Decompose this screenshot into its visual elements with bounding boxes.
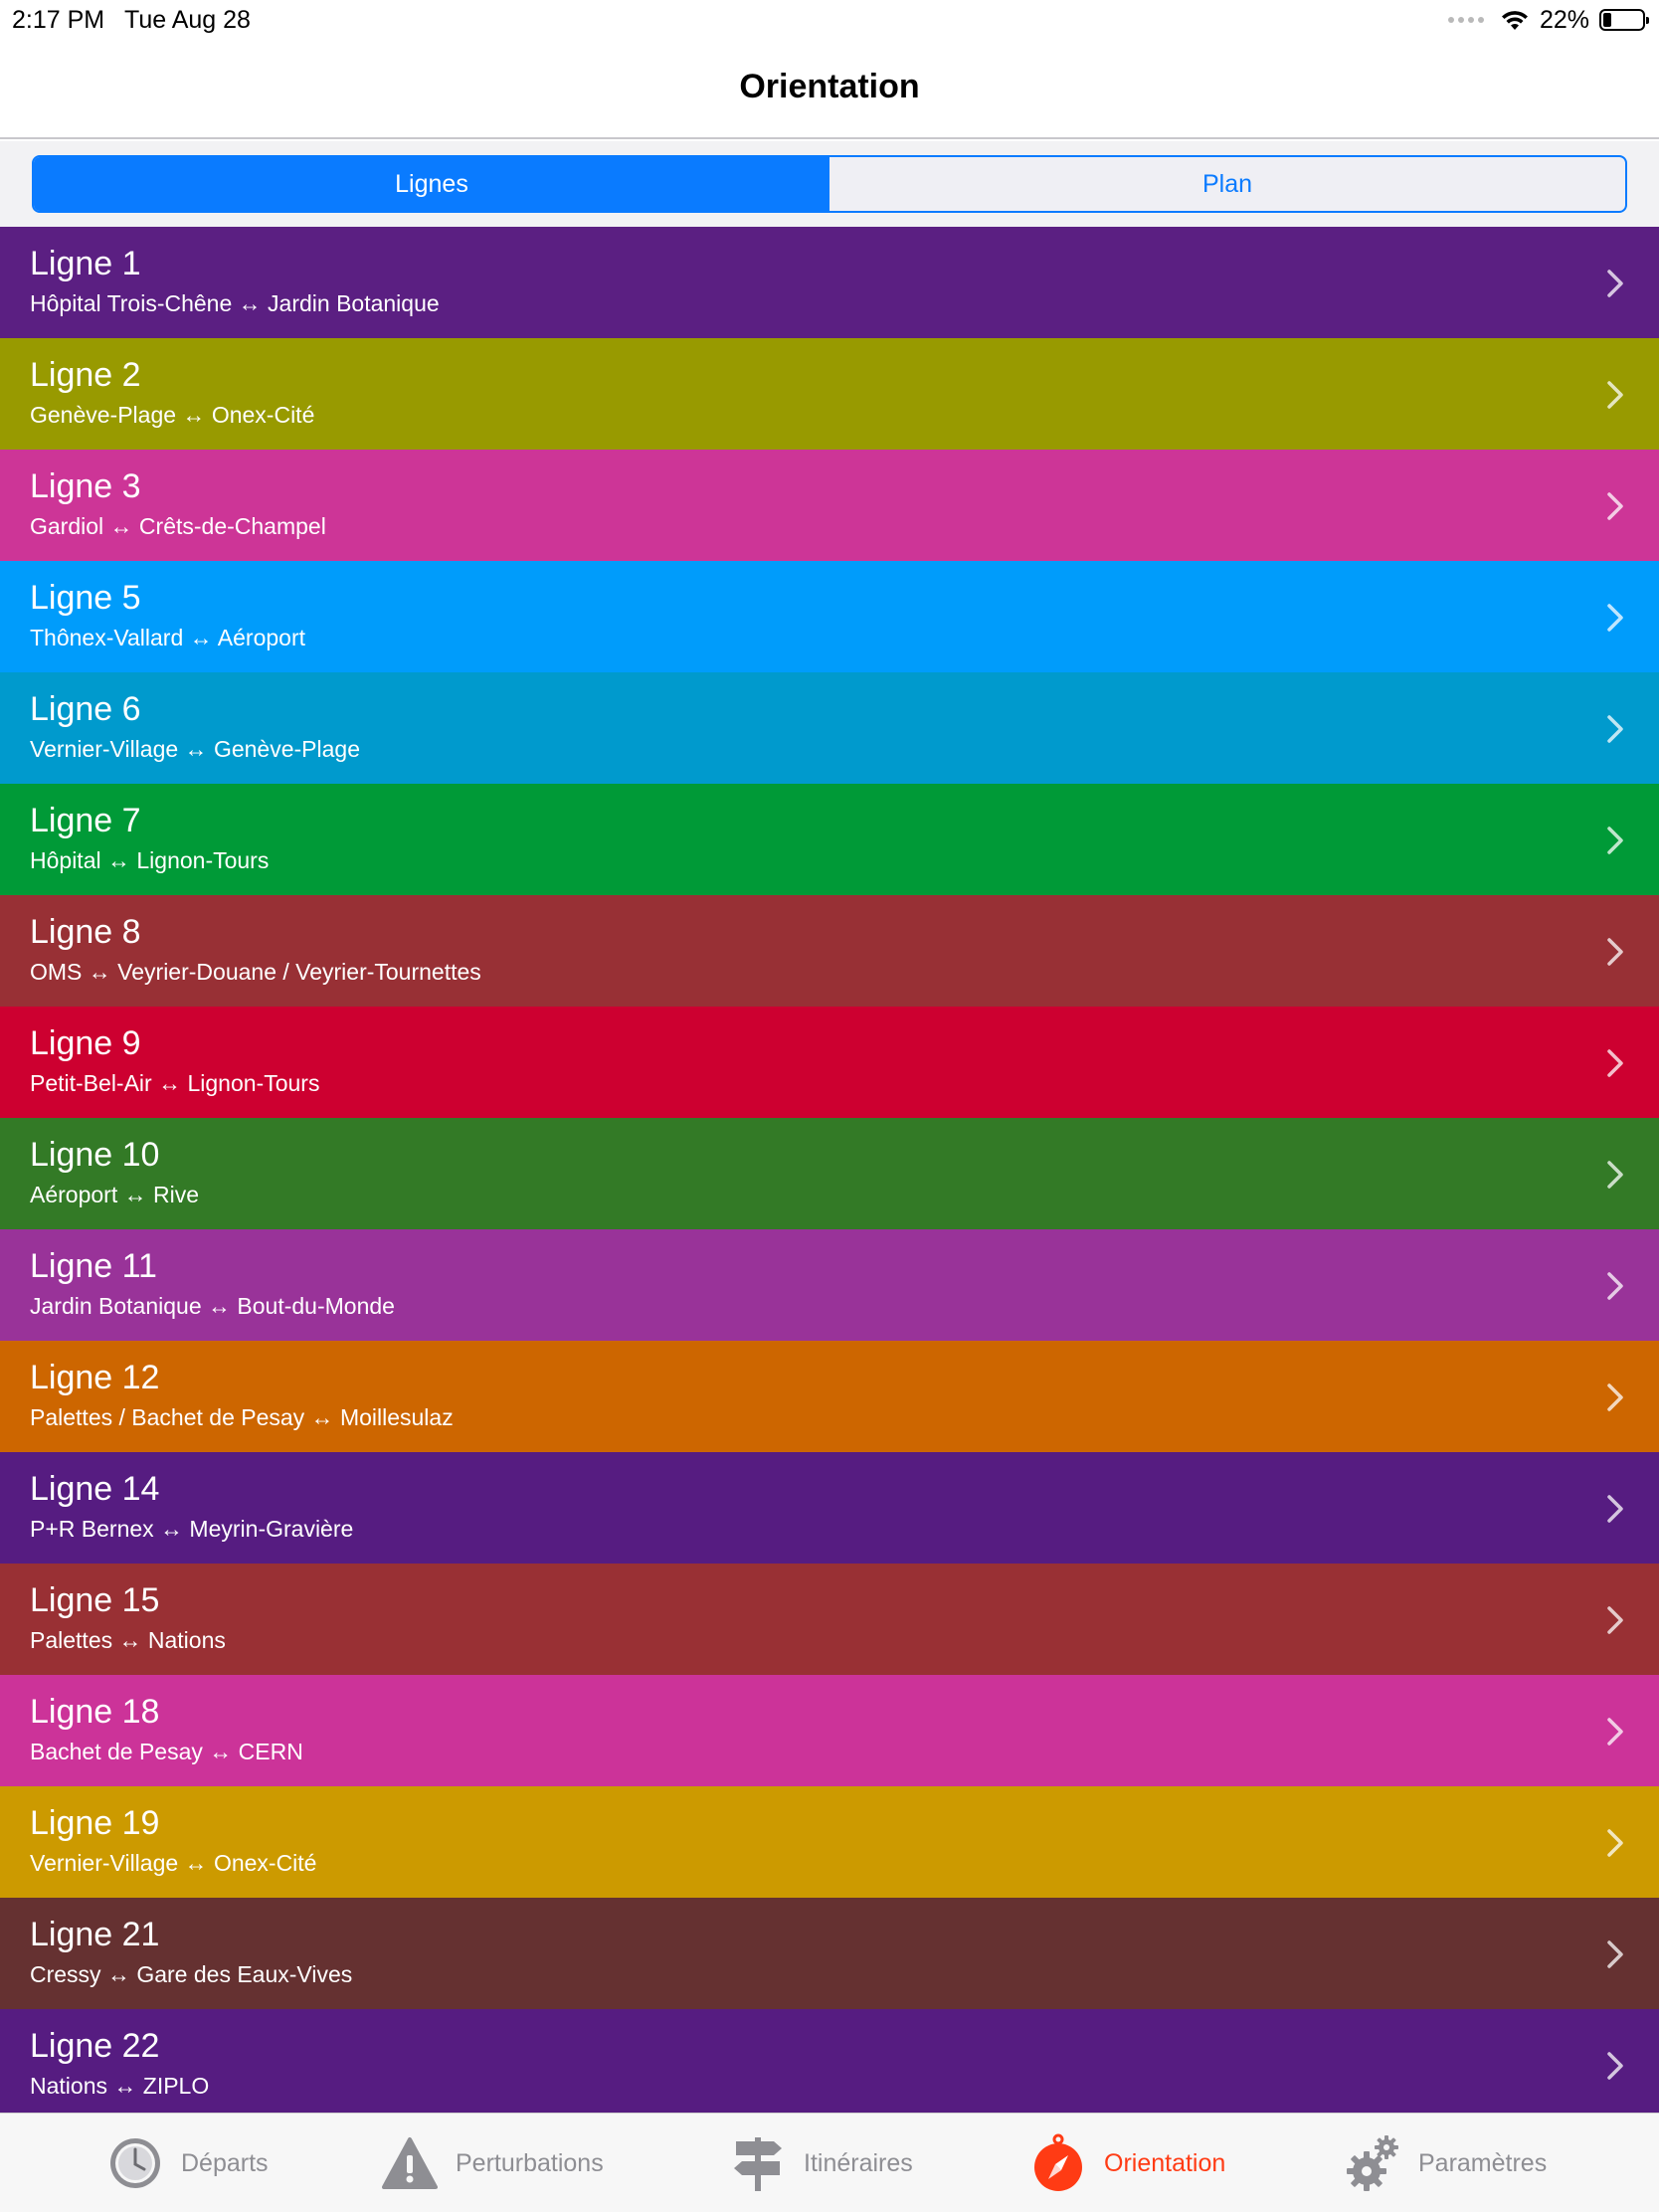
tab-perturbations[interactable]: Perturbations: [382, 2114, 604, 2212]
chevron-right-icon: [1607, 381, 1623, 409]
battery-percentage: 22%: [1539, 5, 1589, 34]
battery-icon: [1599, 9, 1649, 31]
chevron-right-icon: [1607, 938, 1623, 966]
line-route: Palettes ↔ Nations: [30, 1627, 226, 1653]
line-title: Ligne 14: [30, 1470, 160, 1508]
line-row[interactable]: Ligne 1 Hôpital Trois-Chêne ↔ Jardin Bota…: [0, 227, 1659, 338]
line-row[interactable]: Ligne 5 Thônex-Vallard ↔ Aéroport: [0, 561, 1659, 672]
line-row[interactable]: Ligne 22 Nations ↔ ZIPLO: [0, 2009, 1659, 2113]
line-route: Nations ↔ ZIPLO: [30, 2073, 210, 2099]
line-route: Genève-Plage ↔ Onex-Cité: [30, 402, 315, 428]
tab-label: Perturbations: [456, 2148, 604, 2177]
tab-parametres[interactable]: Paramètres: [1345, 2114, 1547, 2212]
line-row[interactable]: Ligne 14 P+R Bernex ↔ Meyrin-Gravière: [0, 1452, 1659, 1564]
gears-icon: [1347, 2135, 1398, 2191]
tab-bar: Départs Perturbations Itinéraires Orient…: [0, 2113, 1659, 2212]
line-title: Ligne 5: [30, 579, 141, 617]
line-title: Ligne 11: [30, 1247, 157, 1285]
line-row[interactable]: Ligne 3 Gardiol ↔ Crêts-de-Champel: [0, 450, 1659, 561]
line-route: Thônex-Vallard ↔ Aéroport: [30, 625, 305, 650]
status-time: 2:17 PM: [12, 6, 105, 34]
line-title: Ligne 9: [30, 1024, 141, 1062]
warning-icon: [382, 2137, 438, 2189]
line-route: Vernier-Village ↔ Genève-Plage: [30, 736, 360, 762]
compass-icon: [1034, 2133, 1082, 2191]
line-title: Ligne 21: [30, 1916, 160, 1953]
tab-label: Orientation: [1104, 2148, 1226, 2177]
line-title: Ligne 10: [30, 1136, 160, 1174]
signpost-icon: [734, 2137, 782, 2191]
line-title: Ligne 22: [30, 2027, 160, 2065]
chevron-right-icon: [1607, 270, 1623, 297]
line-route: Palettes / Bachet de Pesay ↔ Moillesulaz: [30, 1404, 454, 1430]
line-route: Vernier-Village ↔ Onex-Cité: [30, 1850, 317, 1876]
line-row[interactable]: Ligne 15 Palettes ↔ Nations: [0, 1564, 1659, 1675]
line-title: Ligne 3: [30, 467, 141, 505]
segment-plan[interactable]: Plan: [830, 157, 1625, 211]
line-route: P+R Bernex ↔ Meyrin-Gravière: [30, 1516, 354, 1542]
chevron-right-icon: [1607, 827, 1623, 854]
navigation-bar: Orientation: [0, 40, 1659, 139]
line-route: Hôpital ↔ Lignon-Tours: [30, 847, 270, 873]
line-route: Jardin Botanique ↔ Bout-du-Monde: [30, 1293, 395, 1319]
chevron-right-icon: [1607, 1161, 1623, 1189]
chevron-right-icon: [1607, 1606, 1623, 1634]
line-route: Cressy ↔ Gare des Eaux-Vives: [30, 1961, 353, 1987]
tab-itineraires[interactable]: Itinéraires: [730, 2114, 913, 2212]
chevron-right-icon: [1607, 492, 1623, 520]
line-row[interactable]: Ligne 2 Genève-Plage ↔ Onex-Cité: [0, 338, 1659, 450]
line-route: OMS ↔ Veyrier-Douane / Veyrier-Tournette…: [30, 959, 481, 985]
chevron-right-icon: [1607, 1272, 1623, 1300]
wifi-icon: [1501, 11, 1528, 30]
tab-label: Départs: [181, 2148, 269, 2177]
line-row[interactable]: Ligne 10 Aéroport ↔ Rive: [0, 1118, 1659, 1229]
line-title: Ligne 12: [30, 1359, 160, 1396]
chevron-right-icon: [1607, 1718, 1623, 1746]
line-title: Ligne 1: [30, 245, 141, 282]
chevron-right-icon: [1607, 1383, 1623, 1411]
line-row[interactable]: Ligne 21 Cressy ↔ Gare des Eaux-Vives: [0, 1898, 1659, 2009]
line-title: Ligne 15: [30, 1581, 160, 1619]
page-title: Orientation: [739, 68, 920, 105]
chevron-right-icon: [1607, 604, 1623, 632]
status-bar: 2:17 PM Tue Aug 28 22%: [0, 0, 1659, 40]
line-route: Petit-Bel-Air ↔ Lignon-Tours: [30, 1070, 320, 1096]
line-title: Ligne 6: [30, 690, 141, 728]
line-row[interactable]: Ligne 9 Petit-Bel-Air ↔ Lignon-Tours: [0, 1007, 1659, 1118]
line-title: Ligne 8: [30, 913, 141, 951]
chevron-right-icon: [1607, 1049, 1623, 1077]
status-indicators: 22%: [1447, 4, 1649, 36]
tab-label: Paramètres: [1418, 2148, 1548, 2177]
segment-lignes[interactable]: Lignes: [34, 157, 830, 211]
segment-area: Lignes Plan: [0, 141, 1659, 227]
clock-icon: [110, 2138, 160, 2188]
tab-orientation[interactable]: Orientation: [1030, 2114, 1225, 2212]
line-route: Hôpital Trois-Chêne ↔ Jardin Botanique: [30, 290, 440, 316]
tab-label: Itinéraires: [804, 2148, 913, 2177]
line-route: Gardiol ↔ Crêts-de-Champel: [30, 513, 326, 539]
line-title: Ligne 19: [30, 1804, 160, 1842]
line-title: Ligne 7: [30, 802, 141, 839]
line-row[interactable]: Ligne 8 OMS ↔ Veyrier-Douane / Veyrier-To…: [0, 895, 1659, 1007]
line-route: Bachet de Pesay ↔ CERN: [30, 1739, 303, 1764]
segmented-control: Lignes Plan: [32, 155, 1627, 213]
line-row[interactable]: Ligne 6 Vernier-Village ↔ Genève-Plage: [0, 672, 1659, 784]
cellular-signal-icon: [1447, 17, 1484, 23]
lines-list[interactable]: Ligne 1 Hôpital Trois-Chêne ↔ Jardin Bota…: [0, 227, 1659, 2113]
line-title: Ligne 18: [30, 1693, 160, 1731]
tab-departs[interactable]: Départs: [107, 2114, 269, 2212]
status-date: Tue Aug 28: [124, 6, 251, 34]
line-row[interactable]: Ligne 18 Bachet de Pesay ↔ CERN: [0, 1675, 1659, 1786]
chevron-right-icon: [1607, 2052, 1623, 2080]
line-route: Aéroport ↔ Rive: [30, 1182, 200, 1207]
chevron-right-icon: [1607, 1940, 1623, 1968]
chevron-right-icon: [1607, 1829, 1623, 1857]
line-row[interactable]: Ligne 12 Palettes / Bachet de Pesay ↔ Moi…: [0, 1341, 1659, 1452]
chevron-right-icon: [1607, 1495, 1623, 1523]
line-row[interactable]: Ligne 19 Vernier-Village ↔ Onex-Cité: [0, 1786, 1659, 1898]
line-row[interactable]: Ligne 11 Jardin Botanique ↔ Bout-du-Monde: [0, 1229, 1659, 1341]
chevron-right-icon: [1607, 715, 1623, 743]
line-row[interactable]: Ligne 7 Hôpital ↔ Lignon-Tours: [0, 784, 1659, 895]
line-title: Ligne 2: [30, 356, 141, 394]
